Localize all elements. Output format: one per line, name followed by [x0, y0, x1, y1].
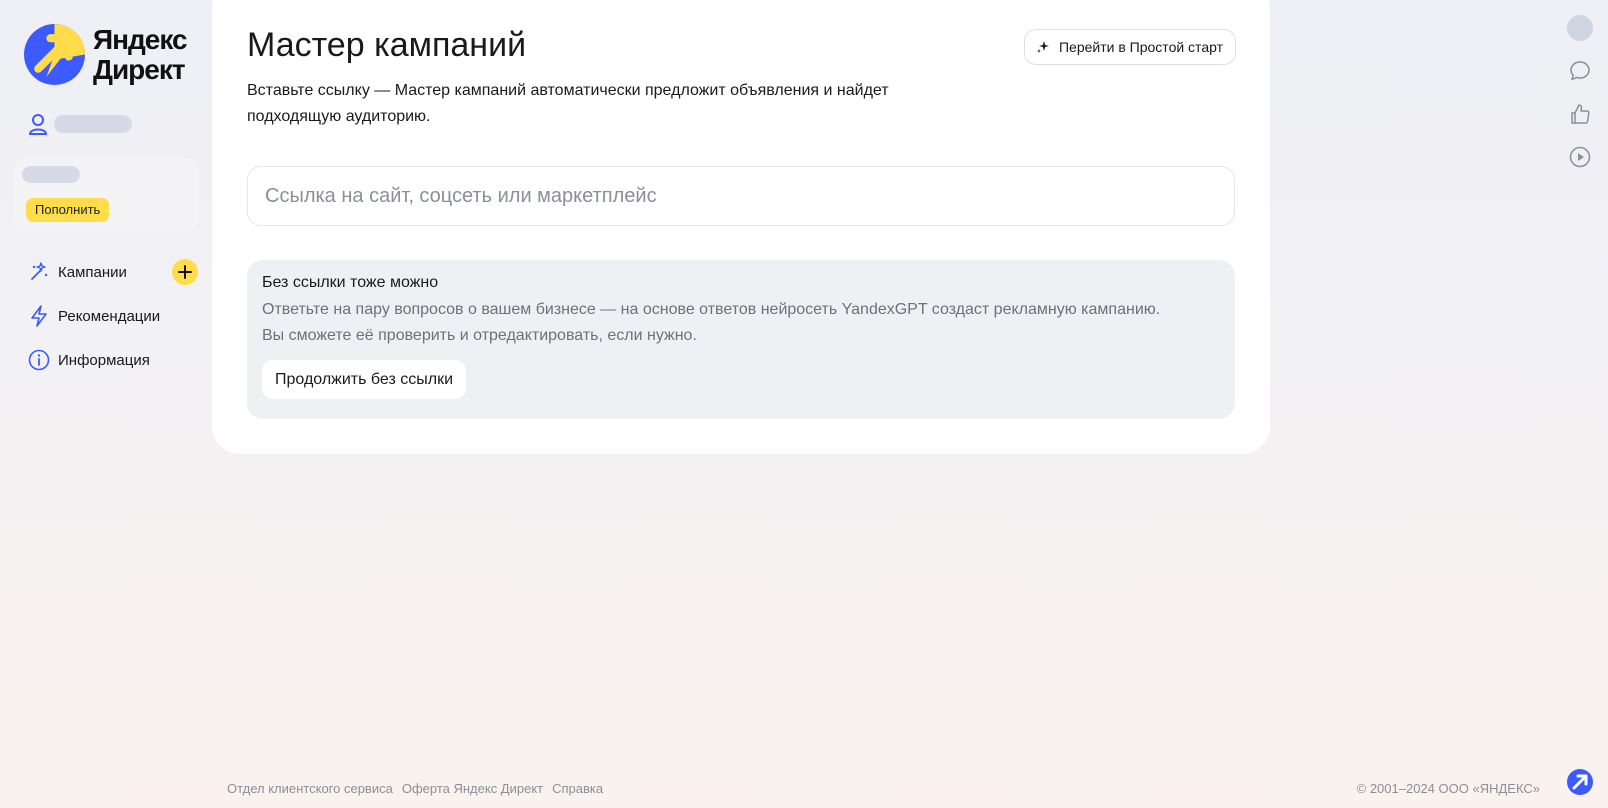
footer-link-offer[interactable]: Оферта Яндекс Директ	[402, 781, 543, 796]
user-row[interactable]	[28, 113, 132, 135]
plus-icon	[178, 265, 192, 279]
copyright: © 2001–2024 ООО «ЯНДЕКС»	[1356, 781, 1540, 796]
assistant-icon[interactable]	[1566, 768, 1594, 796]
right-rail	[1566, 14, 1594, 186]
add-campaign-button[interactable]	[172, 259, 198, 285]
chat-icon[interactable]	[1566, 57, 1594, 85]
sidebar-item-label: Информация	[58, 351, 150, 369]
play-icon[interactable]	[1566, 143, 1594, 171]
logo-mark-icon	[24, 24, 85, 85]
campaign-wizard-card: Мастер кампаний Вставьте ссылку — Мастер…	[212, 0, 1270, 454]
sidebar-item-label: Кампании	[58, 263, 127, 281]
balance-placeholder	[22, 166, 80, 183]
simple-start-button[interactable]: Перейти в Простой старт	[1023, 29, 1236, 65]
lightning-icon	[28, 305, 50, 327]
footer-links: Отдел клиентского сервиса Оферта Яндекс …	[227, 781, 603, 796]
info-icon	[28, 349, 50, 371]
page-title: Мастер кампаний	[247, 26, 527, 64]
balance-card: Пополнить	[13, 158, 199, 232]
magic-sparkle-icon	[28, 261, 50, 283]
user-icon	[28, 114, 48, 135]
footer-link-help[interactable]: Справка	[552, 781, 603, 796]
no-link-panel: Без ссылки тоже можно Ответьте на пару в…	[247, 260, 1235, 419]
logo-text: Яндекс Директ	[93, 23, 188, 85]
sparkle-icon	[1036, 41, 1049, 53]
page-subtitle: Вставьте ссылку — Мастер кампаний автома…	[247, 82, 889, 125]
sidebar-item-recommendations[interactable]: Рекомендации	[28, 294, 198, 338]
continue-without-link-button[interactable]: Продолжить без ссылки	[262, 360, 466, 399]
footer-link-client-service[interactable]: Отдел клиентского сервиса	[227, 781, 393, 796]
account-avatar[interactable]	[1566, 14, 1594, 42]
sidebar-item-campaigns[interactable]: Кампании	[28, 250, 198, 294]
logo-line-1: Яндекс	[93, 23, 188, 55]
topup-button[interactable]: Пополнить	[26, 198, 110, 222]
logo-line-2: Директ	[93, 53, 186, 85]
yandex-direct-logo[interactable]: Яндекс Директ	[24, 23, 188, 85]
sidebar-item-information[interactable]: Информация	[28, 338, 198, 382]
sidebar-item-label: Рекомендации	[58, 307, 161, 325]
thumbs-up-icon[interactable]	[1566, 100, 1594, 128]
site-url-input[interactable]	[247, 166, 1235, 226]
no-link-description: Ответьте на пару вопросов о вашем бизнес…	[262, 301, 1161, 344]
avatar	[1567, 15, 1593, 41]
simple-start-label: Перейти в Простой старт	[1058, 39, 1223, 55]
sidebar: Яндекс Директ Пополнить Кампании Рекомен…	[0, 0, 212, 808]
no-link-title: Без ссылки тоже можно	[262, 274, 439, 291]
sidebar-nav: Кампании Рекомендации Информация	[28, 250, 198, 382]
username-placeholder	[54, 115, 132, 133]
